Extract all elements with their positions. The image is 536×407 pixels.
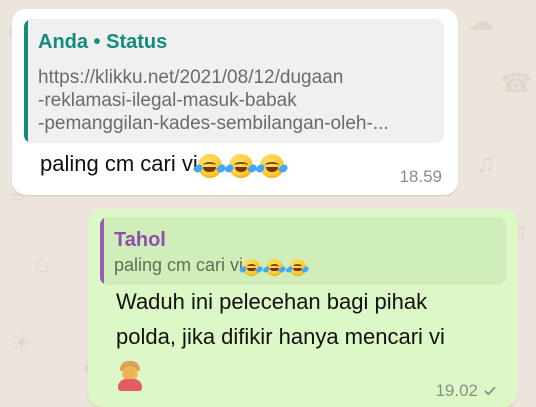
emoji-shirt — [118, 379, 142, 391]
rolling-laughing-emoji-icon — [262, 258, 287, 276]
quote-line: -reklamasi-ilegal-masuk-babak — [38, 90, 297, 111]
quote-accent-bar — [100, 217, 104, 285]
quote-author: Anda • Status — [38, 31, 168, 53]
tear-drop-icon — [254, 163, 267, 175]
facepalm-emoji-icon — [116, 361, 144, 391]
message-line: Waduh ini pelecehan bagi pihak — [116, 289, 428, 314]
message-timestamp: 19.02 — [435, 381, 478, 400]
quote-accent-bar — [24, 19, 28, 143]
status-reply-quote[interactable]: Anda • Status https://klikku.net/2021/08… — [24, 19, 444, 143]
quote-text: paling cm cari vi — [114, 255, 310, 277]
rolling-laughing-emoji-icon — [192, 154, 227, 179]
quote-line: https://klikku.net/2021/08/12/dugaan — [38, 67, 344, 88]
incoming-message-bubble[interactable]: Anda • Status https://klikku.net/2021/08… — [12, 9, 458, 195]
message-line — [116, 361, 144, 391]
tear-drop-icon — [262, 264, 271, 274]
quote-link-preview: https://klikku.net/2021/08/12/dugaan -re… — [38, 66, 436, 135]
message-text-content: paling cm cari vi — [40, 151, 198, 176]
tear-drop-icon — [301, 264, 310, 274]
message-line: polda, jika difikir hanya mencari vi — [116, 324, 445, 349]
outgoing-message-bubble[interactable]: Tahol paling cm cari vi Waduh ini pelece… — [88, 209, 518, 407]
tear-drop-icon — [223, 163, 236, 175]
rolling-laughing-emoji-icon — [239, 258, 264, 276]
rolling-laughing-emoji-icon — [254, 154, 290, 179]
message-timestamp: 18.59 — [399, 167, 442, 186]
emoji-hand — [124, 366, 135, 380]
rolling-laughing-emoji-icon — [285, 258, 310, 276]
quote-author: Tahol — [114, 229, 166, 251]
message-text: paling cm cari vi — [40, 151, 290, 179]
emoji-group — [239, 256, 310, 277]
tear-drop-icon — [277, 163, 290, 175]
rolling-laughing-emoji-icon — [223, 154, 259, 179]
single-check-icon — [484, 386, 496, 396]
emoji-group — [192, 152, 290, 179]
reply-quote[interactable]: Tahol paling cm cari vi — [100, 217, 506, 285]
quote-line: -pemanggilan-kades-sembilangan-oleh-... — [38, 113, 389, 134]
tear-drop-icon — [285, 264, 294, 274]
quote-text-content: paling cm cari vi — [114, 255, 244, 275]
